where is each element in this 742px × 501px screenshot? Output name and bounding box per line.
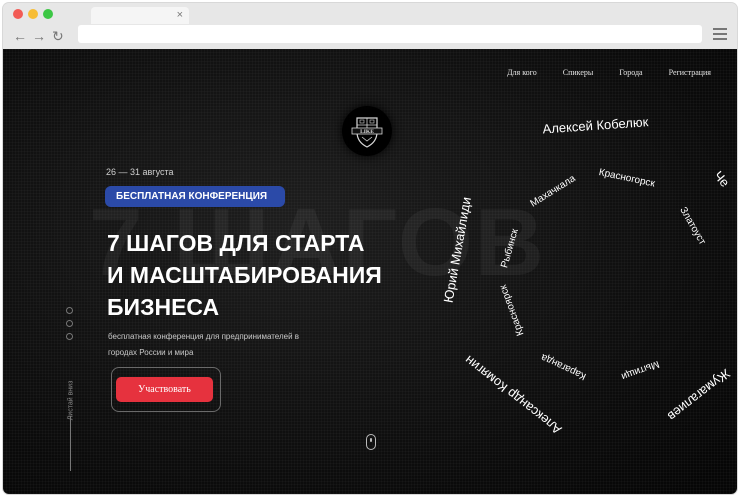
city-name: Рыбинск (498, 227, 521, 269)
city-name: Караганда (539, 351, 588, 382)
browser-tab[interactable]: × (91, 7, 189, 24)
speaker-name: Че (711, 168, 733, 190)
hamburger-menu-icon[interactable] (713, 28, 727, 40)
browser-chrome: × ← → ↻ (3, 3, 737, 49)
reload-icon[interactable]: ↻ (52, 27, 64, 45)
speaker-name: Жумагалиев (665, 366, 733, 424)
city-name: Мытищи (620, 358, 661, 382)
maximize-window-button[interactable] (43, 9, 53, 19)
speaker-name: Алексей Кобелюк (542, 114, 649, 136)
tab-close-icon[interactable]: × (177, 9, 183, 22)
city-name: Красногорск (598, 167, 657, 190)
city-name: Красноярск (498, 283, 527, 338)
minimize-window-button[interactable] (28, 9, 38, 19)
landing-page: 7 ШАГОВ Для кого Спикеры Города Регистра… (3, 49, 737, 494)
speakers-cities-rings: Алексей КобелюкЧеСанкт-ПетербургЖумагали… (441, 114, 734, 437)
city-name: Златоуст (677, 205, 708, 247)
city-name: Махачкала (529, 173, 578, 210)
back-arrow-icon[interactable]: ← (13, 27, 27, 45)
speaker-name: Юрий Михайлиди (441, 196, 474, 304)
close-window-button[interactable] (13, 9, 23, 19)
address-bar[interactable] (78, 25, 702, 43)
browser-window: × ← → ↻ 7 ШАГОВ Для кого Спикеры Города … (3, 3, 737, 494)
forward-arrow-icon[interactable]: → (32, 27, 46, 45)
